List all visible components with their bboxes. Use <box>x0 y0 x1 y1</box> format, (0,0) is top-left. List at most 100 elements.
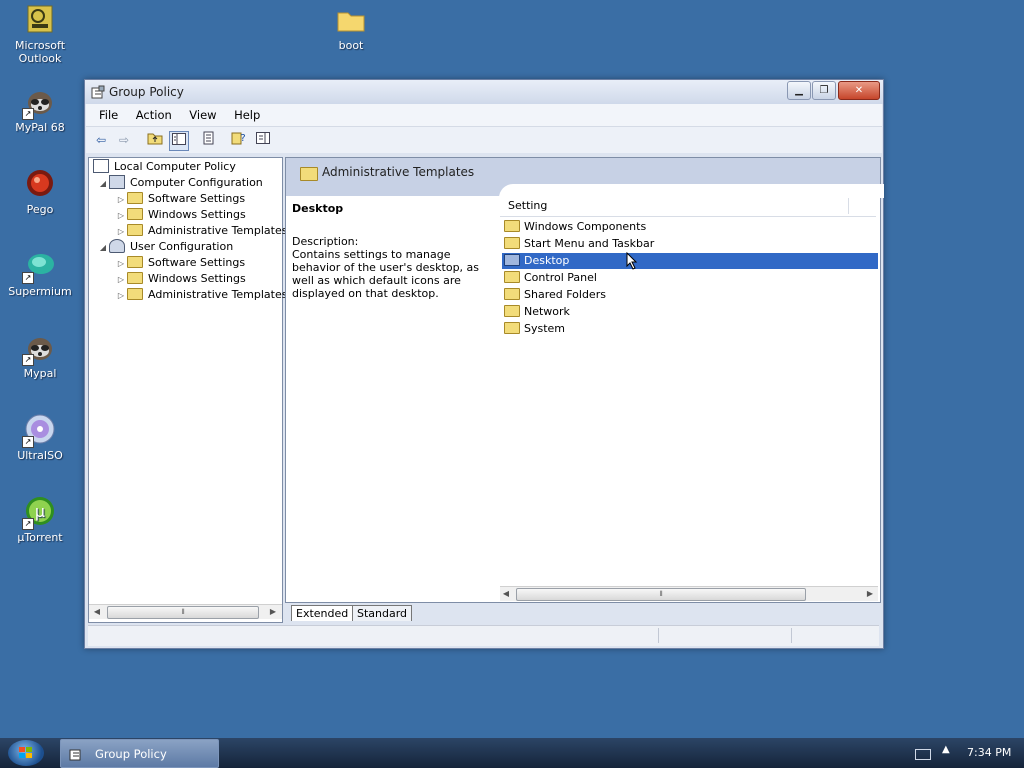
desktop-icon-label: boot <box>338 39 364 52</box>
scroll-thumb[interactable]: ⦀ <box>107 606 259 619</box>
collapse-arrow-icon[interactable]: ◢ <box>97 176 109 192</box>
taskbar: Group Policy <box>0 738 1024 768</box>
list-item-control-panel[interactable]: Control Panel <box>502 270 878 286</box>
menu-help[interactable]: Help <box>227 104 267 126</box>
setting-column-header[interactable]: Setting <box>500 196 876 217</box>
start-button[interactable] <box>8 740 44 766</box>
tab-extended[interactable]: Extended <box>291 605 353 621</box>
menu-view[interactable]: View <box>182 104 223 126</box>
policy-icon <box>93 159 109 173</box>
tree-item-windows-settings[interactable]: ▷ Windows Settings <box>115 207 246 223</box>
tab-standard[interactable]: Standard <box>352 605 413 621</box>
scroll-right-icon[interactable]: ▶ <box>864 587 876 601</box>
list-item-start-menu-and-taskbar[interactable]: Start Menu and Taskbar <box>502 236 878 252</box>
scroll-left-icon[interactable]: ◀ <box>500 587 512 601</box>
shortcut-arrow-icon: ↗ <box>22 272 34 284</box>
description-text: Contains settings to manage behavior of … <box>292 248 480 300</box>
supermium-icon: ↗ <box>22 250 56 284</box>
folder-icon <box>504 288 520 300</box>
export-list-icon[interactable] <box>200 131 218 149</box>
menu-file[interactable]: File <box>92 104 125 126</box>
desktop-icon-mypal68[interactable]: ↗ MyPal 68 <box>0 86 80 134</box>
list-item-network[interactable]: Network <box>502 304 878 320</box>
list-item-label: Windows Components <box>524 220 647 233</box>
expand-arrow-icon[interactable]: ▷ <box>115 272 127 288</box>
list-item-system[interactable]: System <box>502 321 878 337</box>
expand-arrow-icon[interactable]: ▷ <box>115 256 127 272</box>
column-separator[interactable] <box>848 198 849 214</box>
tree-item-label: Software Settings <box>148 256 246 269</box>
folder-icon <box>127 224 143 236</box>
scroll-left-icon[interactable]: ◀ <box>91 605 103 619</box>
toolbar: ⇦ ⇨ ? <box>86 127 882 153</box>
expand-arrow-icon[interactable]: ▷ <box>115 288 127 304</box>
show-hidden-icons-icon[interactable]: ▲ <box>942 744 950 755</box>
expand-arrow-icon[interactable]: ▷ <box>115 192 127 208</box>
tree-item-label: Administrative Templates <box>148 224 288 237</box>
keyboard-icon[interactable] <box>915 749 931 760</box>
tree-item-administrative-templates[interactable]: ▷ Administrative Templates <box>115 223 288 239</box>
desktop-icon-label: Mypal <box>23 367 57 380</box>
up-folder-icon[interactable] <box>146 131 164 149</box>
tree-pane: Local Computer Policy ◢ Computer Configur… <box>88 157 288 623</box>
show-hide-tree-icon[interactable] <box>169 131 189 151</box>
desktop-icon-boot[interactable]: boot <box>311 4 391 52</box>
folder-icon <box>504 254 520 266</box>
expand-arrow-icon[interactable]: ▷ <box>115 224 127 240</box>
description-panel: Desktop Description: Contains settings t… <box>292 202 496 300</box>
folder-icon <box>300 167 318 181</box>
folder-icon <box>504 237 520 249</box>
back-icon[interactable]: ⇦ <box>92 131 110 149</box>
folder-icon <box>504 220 520 232</box>
tree-horizontal-scrollbar[interactable]: ◀ ⦀ ▶ <box>89 604 282 619</box>
list-item-shared-folders[interactable]: Shared Folders <box>502 287 878 303</box>
maximize-button[interactable]: ❐ <box>812 81 836 100</box>
tree-item-administrative-templates[interactable]: ▷ Administrative Templates <box>115 287 288 303</box>
scroll-thumb[interactable]: ⦀ <box>516 588 806 601</box>
clock[interactable]: 7:34 PM <box>967 746 1011 759</box>
close-button[interactable]: ✕ <box>838 81 880 100</box>
tree-item-software-settings[interactable]: ▷ Software Settings <box>115 255 245 271</box>
expand-arrow-icon[interactable]: ▷ <box>115 208 127 224</box>
taskbar-button-label: Group Policy <box>95 747 167 761</box>
forward-icon[interactable]: ⇨ <box>115 131 133 149</box>
open-folder-icon <box>127 288 143 300</box>
tree-item-label: Administrative Templates <box>148 288 288 301</box>
status-bar <box>88 625 879 646</box>
desktop-icon-mypal[interactable]: ↗ Mypal <box>0 332 80 380</box>
list-item-label: Start Menu and Taskbar <box>524 237 655 250</box>
minimize-button[interactable]: ▁ <box>787 81 811 100</box>
desktop-icon-label: Pego <box>26 203 54 216</box>
desktop-icon-utorrent[interactable]: µ ↗ µTorrent <box>0 496 80 544</box>
folder-icon <box>127 208 143 220</box>
collapse-arrow-icon[interactable]: ◢ <box>97 240 109 256</box>
title-bar[interactable]: Group Policy ▁ ❐ ✕ <box>85 80 883 104</box>
tree-item-software-settings[interactable]: ▷ Software Settings <box>115 191 245 207</box>
utorrent-icon: µ ↗ <box>22 496 56 530</box>
tree-item-label: Local Computer Policy <box>114 160 236 173</box>
menu-action[interactable]: Action <box>129 104 179 126</box>
list-item-windows-components[interactable]: Windows Components <box>502 219 878 235</box>
tree-item-local-computer-policy[interactable]: Local Computer Policy <box>93 159 236 175</box>
desktop-icon-pego[interactable]: Pego <box>0 168 80 216</box>
tree-item-user-configuration[interactable]: ◢ User Configuration <box>97 239 233 255</box>
folder-icon <box>127 272 143 284</box>
mouse-cursor-icon <box>626 251 638 273</box>
list-horizontal-scrollbar[interactable]: ◀ ⦀ ▶ <box>500 586 878 601</box>
taskbar-button-group-policy[interactable]: Group Policy <box>60 739 219 768</box>
shortcut-arrow-icon: ↗ <box>22 354 34 366</box>
tree-item-windows-settings[interactable]: ▷ Windows Settings <box>115 271 246 287</box>
raccoon-icon: ↗ <box>22 86 56 120</box>
list-item-desktop[interactable]: Desktop <box>502 253 878 269</box>
help-icon[interactable]: ? <box>230 131 248 149</box>
list-item-label: System <box>524 322 566 335</box>
details-pane: Administrative Templates Desktop Descrip… <box>285 157 884 603</box>
list-item-label: Network <box>524 305 570 318</box>
action-pane-icon[interactable] <box>254 131 272 149</box>
column-label: Setting <box>508 199 548 212</box>
scroll-right-icon[interactable]: ▶ <box>267 605 279 619</box>
desktop-icon-ultraiso[interactable]: ↗ UltraISO <box>0 414 80 462</box>
tree-item-computer-configuration[interactable]: ◢ Computer Configuration <box>97 175 263 191</box>
desktop-icon-supermium[interactable]: ↗ Supermium <box>0 250 80 298</box>
desktop-icon-outlook[interactable]: Microsoft Outlook <box>0 4 80 65</box>
